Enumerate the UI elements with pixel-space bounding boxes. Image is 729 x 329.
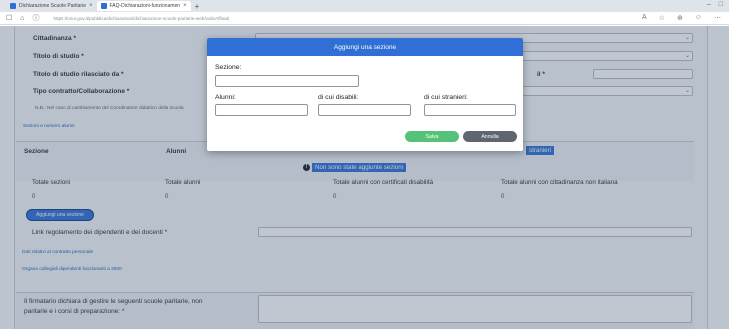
collections-icon[interactable]: ⊕ (677, 14, 683, 22)
browser-nav-bar: ☐ ⌂ ⓘ https://miur.gov.it/pubblica/dichi… (0, 12, 729, 25)
disabili-label: di cui disabili: (318, 94, 359, 101)
alunni-input[interactable] (215, 104, 308, 116)
save-button[interactable]: Salva (405, 131, 459, 142)
back-icon[interactable]: ☐ (6, 14, 12, 22)
sezione-input[interactable] (215, 75, 359, 87)
zoom-icon[interactable]: A (642, 14, 647, 22)
disabili-input[interactable] (318, 104, 411, 116)
menu-icon[interactable]: ⋯ (714, 14, 721, 22)
cancel-button[interactable]: Annulla (463, 131, 517, 142)
browser-tab-label: Dichiarazione Scuole Paritarie (19, 3, 86, 9)
browser-toolbar-icons: A ☆ ⊕ ☺ ⋯ (642, 14, 721, 22)
maximize-icon[interactable]: □ (719, 1, 723, 8)
lock-icon: ⓘ (32, 15, 40, 22)
stranieri-input[interactable] (424, 104, 516, 116)
minimize-icon[interactable]: – (707, 1, 711, 8)
close-tab-icon[interactable]: × (183, 3, 187, 9)
browser-tab-1[interactable]: Dichiarazione Scuole Paritarie × (6, 1, 97, 11)
dialog-title: Aggiungi una sezione (207, 38, 523, 56)
close-tab-icon[interactable]: × (89, 3, 93, 9)
new-tab-button[interactable]: + (195, 2, 200, 11)
stranieri-label: di cui stranieri: (424, 94, 468, 101)
favorite-icon[interactable]: ☆ (659, 14, 665, 22)
address-bar[interactable]: https://miur.gov.it/pubblica/dichiarazio… (54, 16, 230, 21)
home-icon[interactable]: ⌂ (20, 15, 24, 22)
profile-icon[interactable]: ☺ (695, 14, 702, 22)
alunni-label: Alunni: (215, 94, 236, 101)
page-favicon-icon (10, 3, 16, 9)
browser-tab-2[interactable]: FAQ-Dichiarazioni-funzionamen × (96, 1, 191, 11)
page-favicon-icon (100, 3, 107, 9)
aggiungi-sezione-dialog: Aggiungi una sezione Sezione: Alunni: di… (207, 38, 523, 151)
sezione-label: Sezione: (215, 64, 242, 71)
browser-tab-label: FAQ-Dichiarazioni-funzionamen (109, 3, 181, 9)
browser-tab-bar: Dichiarazione Scuole Paritarie × FAQ-Dic… (0, 0, 729, 12)
window-controls: – □ (707, 1, 723, 8)
